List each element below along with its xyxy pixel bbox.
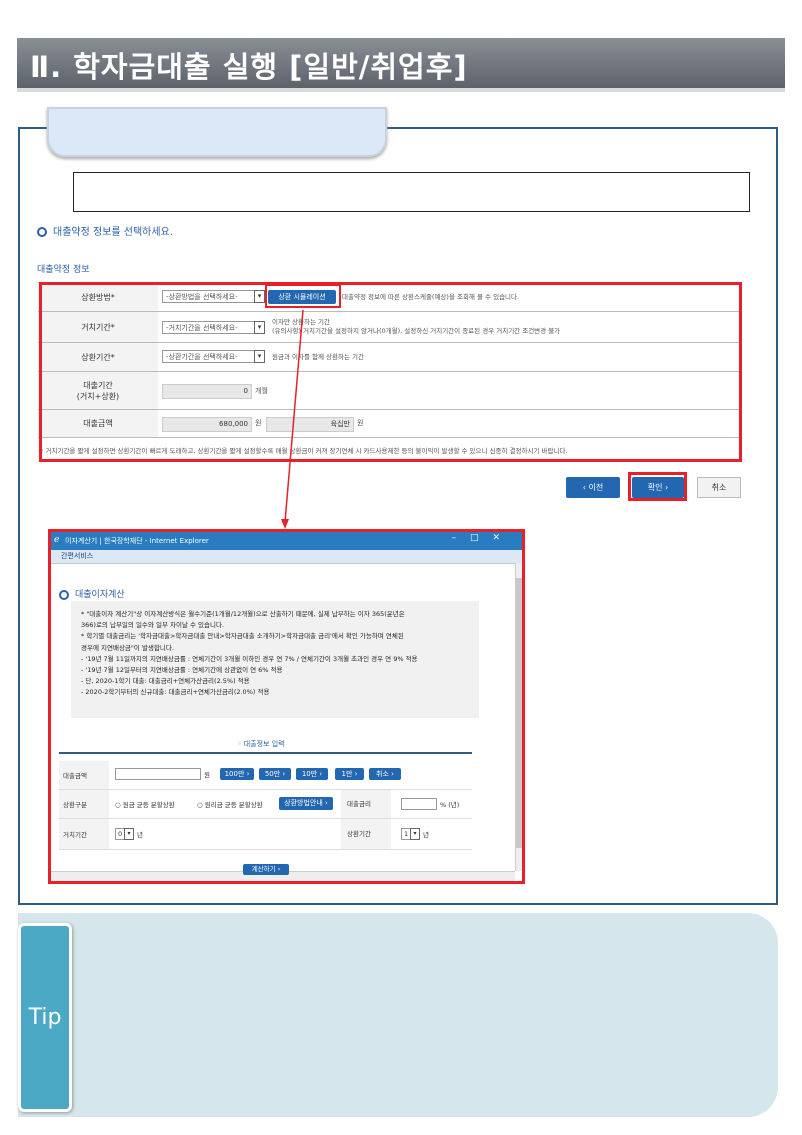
page-title: Ⅱ. 학자금대출 실행 [일반/취업후] (30, 50, 468, 84)
highlight-form-box (39, 282, 742, 462)
window-controls[interactable]: –□✕ (451, 533, 514, 543)
amount-reset-button[interactable]: 취소 › (369, 768, 401, 780)
section-tab (47, 107, 387, 157)
scrollbar-thumb[interactable] (516, 578, 522, 848)
bullet-icon (37, 227, 47, 237)
divider (59, 752, 472, 754)
ie-icon: ℯ (54, 535, 60, 545)
defer-unit: 년 (137, 831, 143, 839)
calculate-button[interactable]: 계산하기 › (243, 864, 289, 875)
popup-menubar (51, 550, 522, 564)
note-line: - '19년 7월 12일부터의 지연배상금률 : 연체기간에 상관없이 연 6… (81, 666, 283, 675)
note-line: - 2020-2학기부터의 신규대출: 대출금리+연체가산금리(2.0%) 적용 (81, 688, 270, 697)
popup-repay-label: 상환구분 (59, 790, 109, 818)
highlight-confirm-button (628, 472, 687, 501)
repay-guide-button[interactable]: 상환방법안내 › (279, 797, 333, 810)
add-10man-button[interactable]: 10만 › (296, 768, 328, 780)
prev-button[interactable]: ‹ 이전 (566, 477, 620, 498)
popup-amount-label: 대출금액 (59, 761, 109, 789)
note-line: - '19년 7월 11일까지의 지연배상금률 : 연체기간이 3개월 이하인 … (81, 654, 418, 663)
popup-amount-unit: 원 (204, 771, 210, 779)
rate-input[interactable] (401, 798, 437, 810)
tip-badge: Tip (18, 923, 72, 1112)
chevron-down-icon[interactable]: ▾ (124, 828, 134, 840)
note-line: - 단, 2020-1학기 대출: 대출금리+연체가산금리(2.5%) 적용 (81, 677, 250, 686)
highlight-simulation-button (265, 284, 341, 308)
popup-row-amount: 대출금액 원 100만 › 50만 › 10만 › 1만 › 취소 › (59, 761, 472, 790)
popup-amount-input[interactable] (115, 768, 201, 780)
bullet-icon (59, 589, 69, 600)
note-line: * 학기별 대출금리는 '학자금대출>학자금대출 안내>학자금대출 소개하기>학… (81, 632, 404, 641)
popup-term-label: 상환기간 (341, 819, 391, 849)
popup-rate-label: 대출금리 (341, 790, 391, 818)
tip-label: Tip (28, 1005, 62, 1030)
popup-defer-label: 거치기간 (59, 819, 109, 849)
instruction: 대출약정 정보를 선택하세요. (37, 223, 173, 238)
rate-unit: % (년) (440, 801, 460, 809)
section-label: 대출약정 정보 (37, 265, 90, 275)
instruction-text: 대출약정 정보를 선택하세요. (53, 227, 173, 238)
popup-row-repay: 상환구분 ○ 원금 균등 분할상환 ○ 원리금 균등 분할상환 상환방법안내 ›… (59, 790, 472, 819)
popup-heading: 대출이자계산 (59, 587, 125, 600)
repay-option-equal-principal[interactable]: ○ 원금 균등 분할상환 (115, 799, 175, 809)
chevron-down-icon[interactable]: ▾ (410, 828, 420, 840)
tip-area (18, 913, 778, 1117)
notice-box (73, 172, 750, 212)
calculator-notes: * "대출이자 계산기"상 이자계산방식은 월수기준(1개월/12개월)으로 산… (71, 601, 479, 718)
add-1man-button[interactable]: 1만 › (335, 768, 364, 780)
cancel-button[interactable]: 취소 (697, 477, 741, 498)
interest-calculator-popup: ℯ 이자계산기 | 한국장학재단 - Internet Explorer –□✕… (48, 529, 525, 884)
popup-window-title: 이자계산기 | 한국장학재단 - Internet Explorer (65, 537, 209, 545)
popup-row-period: 거치기간 0 ▾ 년 상환기간 1 ▾ 년 (59, 819, 472, 850)
add-50man-button[interactable]: 50만 › (259, 768, 291, 780)
note-line: 366)로의 납부일의 일수와 일부 차이날 수 있습니다. (81, 621, 225, 630)
popup-menu-label: 간편서비스 (61, 552, 94, 560)
term-unit: 년 (423, 831, 429, 839)
repay-option-equal-payment[interactable]: ○ 원리금 균등 분할상환 (197, 799, 263, 809)
note-line: 경우에 지연배상금"이 발생합니다. (81, 643, 174, 652)
add-100man-button[interactable]: 100만 › (220, 768, 254, 780)
loan-input-title: ◦ 대출정보 입력 (237, 740, 285, 748)
note-line: * "대출이자 계산기"상 이자계산방식은 월수기준(1개월/12개월)으로 산… (81, 610, 405, 618)
